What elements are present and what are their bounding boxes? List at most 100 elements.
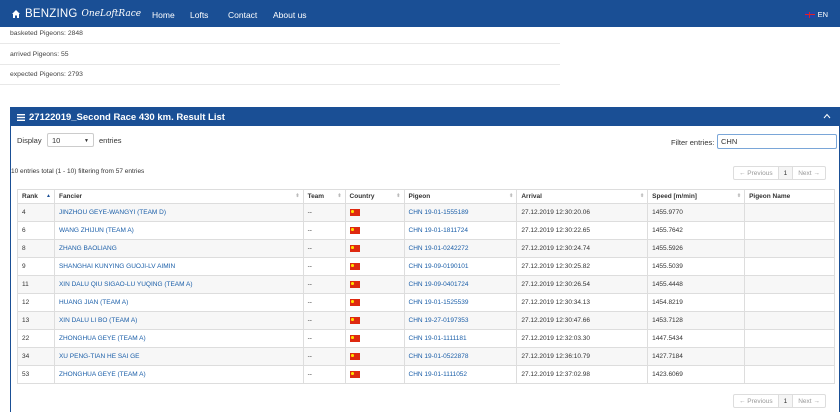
column-header-arrival[interactable]: Arrival ⬍ [516, 189, 649, 204]
column-header-team[interactable]: Team ⬍ [302, 189, 346, 204]
fancier-link[interactable]: XIN DALU LI BO (TEAM A) [59, 317, 137, 324]
team-cell: -- [302, 239, 346, 258]
fancier-link[interactable]: XIN DALU QIU SIGAO-LU YUQING (TEAM A) [59, 281, 193, 288]
column-header-pigeon-name[interactable]: Pigeon Name [744, 189, 835, 204]
pigeon-cell: CHN 19-09-0401724 [403, 275, 518, 294]
sort-icon: ⬍ [509, 193, 514, 199]
top-navbar: BENZING OneLoftRace Home Lofts Contact A… [0, 0, 840, 27]
basketed-pigeons-stat: basketed Pigeons: 2848 [10, 30, 83, 37]
previous-page-button[interactable]: ← Previous [734, 395, 779, 407]
previous-page-button[interactable]: ← Previous [734, 167, 779, 179]
table-header-row: Rank ▲ Fancier ⬍ Team ⬍ Country ⬍ Pigeon ⬍ Ar… [17, 189, 835, 204]
fancier-link[interactable]: ZHONGHUA GEYE (TEAM A) [59, 371, 146, 378]
filter-input[interactable] [717, 134, 837, 149]
speed-cell: 1455.9770 [647, 203, 746, 222]
pigeon-cell: CHN 19-01-1555189 [403, 203, 518, 222]
fancier-link[interactable]: XU PENG-TIAN HE SAI GE [59, 353, 140, 360]
arrival-cell: 27.12.2019 12:36:10.79 [516, 347, 649, 366]
nav-contact-link[interactable]: Contact [228, 10, 257, 20]
rank-cell: 13 [17, 311, 55, 330]
pigeon-link[interactable]: CHN 19-01-1111052 [409, 371, 468, 378]
fancier-link[interactable]: WANG ZHIJUN (TEAM A) [59, 227, 134, 234]
next-page-button[interactable]: Next → [793, 167, 825, 179]
table-row: 12 HUANG JIAN (TEAM A) -- CHN 19-01-1525539… [17, 293, 835, 312]
pigeon-link[interactable]: CHN 19-01-1111181 [409, 335, 467, 342]
pigeon-name-cell [744, 239, 835, 258]
rank-cell: 12 [17, 293, 55, 312]
results-table: Rank ▲ Fancier ⬍ Team ⬍ Country ⬍ Pigeon ⬍ Ar… [17, 189, 835, 384]
speed-cell: 1455.4448 [647, 275, 746, 294]
sort-icon: ⬍ [639, 193, 645, 199]
table-row: 8 ZHANG BAOLIANG -- CHN 19-01-0242272 27.12.… [17, 239, 835, 258]
pigeon-name-cell [744, 329, 835, 348]
pigeon-link[interactable]: CHN 19-09-0190101 [409, 263, 469, 270]
fancier-link[interactable]: HUANG JIAN (TEAM A) [59, 299, 128, 306]
table-row: 6 WANG ZHIJUN (TEAM A) -- CHN 19-01-1811724… [17, 221, 835, 240]
pigeon-link[interactable]: CHN 19-01-1525539 [409, 299, 469, 306]
page-size-select[interactable]: 10 ▼ [47, 133, 94, 147]
next-page-button[interactable]: Next → [793, 395, 825, 407]
sort-icon: ⬍ [337, 193, 342, 199]
pigeon-link[interactable]: CHN 19-01-1555189 [409, 209, 469, 216]
list-icon [17, 114, 25, 121]
china-flag-icon [349, 262, 360, 270]
nav-about-link[interactable]: About us [273, 10, 307, 20]
pigeon-link[interactable]: CHN 19-27-0197353 [409, 317, 469, 324]
pigeon-link[interactable]: CHN 19-01-0522878 [409, 353, 469, 360]
speed-cell: 1427.7184 [647, 347, 746, 366]
pigeon-name-cell [744, 257, 835, 276]
china-flag-icon [349, 352, 360, 360]
pigeon-cell: CHN 19-27-0197353 [403, 311, 518, 330]
arrived-pigeons-stat: arrived Pigeons: 55 [10, 51, 69, 58]
chevron-up-icon[interactable] [823, 112, 831, 120]
divider [0, 43, 560, 44]
panel-title-text: 27122019_Second Race 430 km. Result List [29, 112, 225, 123]
team-cell: -- [302, 365, 346, 384]
fancier-link[interactable]: SHANGHAI KUNYING GUOJI-LV AIMIN [59, 263, 175, 270]
fancier-cell: WANG ZHIJUN (TEAM A) [53, 221, 304, 240]
rank-cell: 9 [17, 257, 55, 276]
arrival-cell: 27.12.2019 12:30:22.65 [516, 221, 649, 240]
speed-cell: 1455.5039 [647, 257, 746, 276]
nav-lofts-link[interactable]: Lofts [190, 10, 208, 20]
nav-home-link[interactable]: Home [152, 10, 175, 20]
sort-icon: ⬍ [736, 193, 742, 199]
home-icon [12, 10, 20, 18]
rank-cell: 53 [17, 365, 55, 384]
column-header-speed[interactable]: Speed [m/min] ⬍ [647, 189, 746, 204]
page-1-button[interactable]: 1 [778, 395, 794, 407]
team-cell: -- [302, 329, 346, 348]
fancier-cell: XU PENG-TIAN HE SAI GE [53, 347, 304, 366]
pigeon-name-cell [744, 203, 835, 222]
country-cell [344, 347, 405, 366]
language-label: EN [817, 10, 828, 19]
result-list-panel: 27122019_Second Race 430 km. Result List… [10, 107, 840, 412]
expected-pigeons-stat: expected Pigeons: 2793 [10, 71, 83, 78]
fancier-link[interactable]: ZHONGHUA GEYE (TEAM A) [59, 335, 146, 342]
pigeon-name-cell [744, 221, 835, 240]
page-1-button[interactable]: 1 [778, 167, 794, 179]
fancier-link[interactable]: ZHANG BAOLIANG [59, 245, 117, 252]
brand-logo[interactable]: BENZING OneLoftRace [11, 7, 141, 21]
display-label: Display [17, 136, 42, 145]
china-flag-icon [349, 298, 360, 306]
table-row: 4 JINZHOU GEYE-WANGYI (TEAM D) -- CHN 19-01… [17, 203, 835, 222]
column-header-pigeon[interactable]: Pigeon ⬍ [403, 189, 518, 204]
pagination-bottom: ← Previous 1 Next → [733, 394, 826, 408]
language-selector[interactable]: EN [804, 10, 828, 19]
team-cell: -- [302, 311, 346, 330]
pigeon-link[interactable]: CHN 19-01-0242272 [409, 245, 469, 252]
column-header-country[interactable]: Country ⬍ [344, 189, 405, 204]
pigeon-cell: CHN 19-01-1811724 [403, 221, 518, 240]
column-header-rank[interactable]: Rank ▲ [17, 189, 55, 204]
divider [0, 64, 560, 65]
filter-label: Filter entries: [671, 138, 715, 147]
pigeon-link[interactable]: CHN 19-09-0401724 [409, 281, 469, 288]
rank-cell: 6 [17, 221, 55, 240]
pigeon-link[interactable]: CHN 19-01-1811724 [409, 227, 469, 234]
china-flag-icon [349, 316, 360, 324]
column-header-fancier[interactable]: Fancier ⬍ [53, 189, 304, 204]
pigeon-cell: CHN 19-01-1111052 [403, 365, 518, 384]
pigeon-name-cell [744, 293, 835, 312]
fancier-link[interactable]: JINZHOU GEYE-WANGYI (TEAM D) [59, 209, 166, 216]
